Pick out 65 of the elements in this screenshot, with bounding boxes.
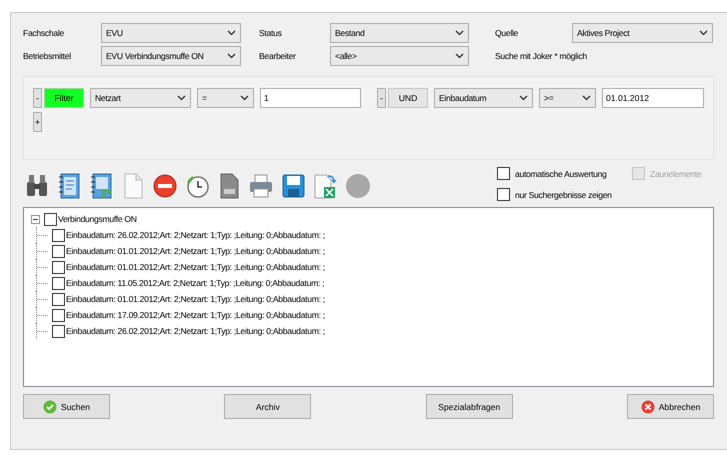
- dialog-button[interactable]: Abbrechen: [626, 394, 714, 419]
- checkbox[interactable]: [52, 260, 65, 274]
- tree-item[interactable]: Einbaudatum: 26.02.2012;Art: 2;Netzart: 1;Typ: ;Leitung: 0;Abbaudatum: ;: [66, 326, 325, 336]
- dropdown[interactable]: EVU: [101, 23, 241, 43]
- collapse-icon[interactable]: [31, 214, 40, 224]
- dialog-button[interactable]: Suchen: [23, 394, 110, 419]
- notebook-icon: [56, 172, 82, 200]
- dropdown[interactable]: EVU Verbindungsmuffe ON: [101, 46, 241, 66]
- field-label: Status: [259, 28, 283, 38]
- checkbox-label: automatische Auswertung: [515, 168, 607, 178]
- hint-text: Suche mit Joker * möglich: [495, 51, 588, 61]
- printer-icon: [248, 172, 274, 200]
- close-icon: [640, 400, 655, 414]
- checkbox-label: Zaunelemente: [650, 168, 702, 178]
- add-filter-button[interactable]: +: [33, 112, 42, 132]
- dropdown[interactable]: Netzart: [90, 88, 191, 108]
- value-field[interactable]: 01.01.2012: [602, 88, 704, 108]
- notebook-grid-icon: [88, 172, 114, 200]
- operator-button[interactable]: UND: [388, 88, 428, 108]
- tree-item[interactable]: Einbaudatum: 17.09.2012;Art: 2;Netzart: 1;Typ: ;Leitung: 0;Abbaudatum: ;: [66, 310, 325, 320]
- stop-icon: [152, 172, 178, 200]
- caret-icon: [227, 30, 236, 36]
- checkbox-label: nur Suchergebnisse zeigen: [515, 190, 612, 200]
- dialog-button[interactable]: Spezialabfragen: [426, 394, 513, 419]
- caret-icon: [240, 95, 249, 101]
- dropdown[interactable]: Einbaudatum: [434, 88, 533, 108]
- dialog-button[interactable]: Archiv: [224, 394, 312, 419]
- caret-icon: [582, 95, 591, 101]
- caret-icon: [699, 30, 708, 36]
- spreadsheet-export-icon: [312, 172, 338, 200]
- field-label: Fachschale: [23, 28, 65, 38]
- caret-icon: [227, 53, 236, 59]
- checkmark-icon: [42, 400, 57, 414]
- field-label: Quelle: [495, 28, 520, 38]
- tree-item[interactable]: Einbaudatum: 11.05.2012;Art: 2;Netzart: 1;Typ: ;Leitung: 0;Abbaudatum: ;: [66, 278, 324, 288]
- operator-button[interactable]: Filter: [44, 88, 84, 108]
- remove-filter-button[interactable]: -: [377, 88, 386, 108]
- checkbox[interactable]: [52, 324, 65, 338]
- tree-item[interactable]: Einbaudatum: 01.01.2012;Art: 2;Netzart: 1;Typ: ;Leitung: 0;Abbaudatum: ;: [66, 246, 325, 256]
- caret-icon: [177, 95, 186, 101]
- value-field[interactable]: 1: [260, 88, 361, 108]
- checkbox[interactable]: [44, 212, 57, 226]
- caret-icon: [519, 95, 528, 101]
- checkbox[interactable]: [52, 292, 65, 306]
- field-label: Bearbeiter: [259, 51, 297, 61]
- caret-icon: [455, 53, 464, 59]
- field-label: Betriebsmittel: [23, 51, 72, 61]
- checkbox[interactable]: [52, 308, 65, 322]
- checkbox[interactable]: [52, 276, 65, 290]
- dropdown[interactable]: >=: [539, 88, 596, 108]
- checkbox[interactable]: [52, 228, 65, 242]
- checkbox[interactable]: [497, 167, 510, 180]
- dropdown[interactable]: =: [197, 88, 254, 108]
- checkbox[interactable]: [52, 244, 65, 258]
- tree-item[interactable]: Verbindungsmuffe ON: [58, 214, 137, 224]
- tree-item[interactable]: Einbaudatum: 01.01.2012;Art: 2;Netzart: 1;Typ: ;Leitung: 0;Abbaudatum: ;: [66, 294, 325, 304]
- checkbox[interactable]: [497, 188, 510, 201]
- tree-item[interactable]: Einbaudatum: 26.02.2012;Art: 2;Netzart: 1;Typ: ;Leitung: 0;Abbaudatum: ;: [66, 230, 325, 240]
- remove-filter-button[interactable]: -: [33, 88, 42, 108]
- dropdown[interactable]: Bestand: [330, 23, 469, 43]
- dropdown[interactable]: <alle>: [330, 46, 469, 66]
- caret-icon: [455, 30, 464, 36]
- tree-item[interactable]: Einbaudatum: 01.01.2012;Art: 2;Netzart: 1;Typ: ;Leitung: 0;Abbaudatum: ;: [66, 262, 325, 272]
- disabled-circle-icon: [344, 172, 370, 200]
- dropdown[interactable]: Aktives Project: [572, 23, 713, 43]
